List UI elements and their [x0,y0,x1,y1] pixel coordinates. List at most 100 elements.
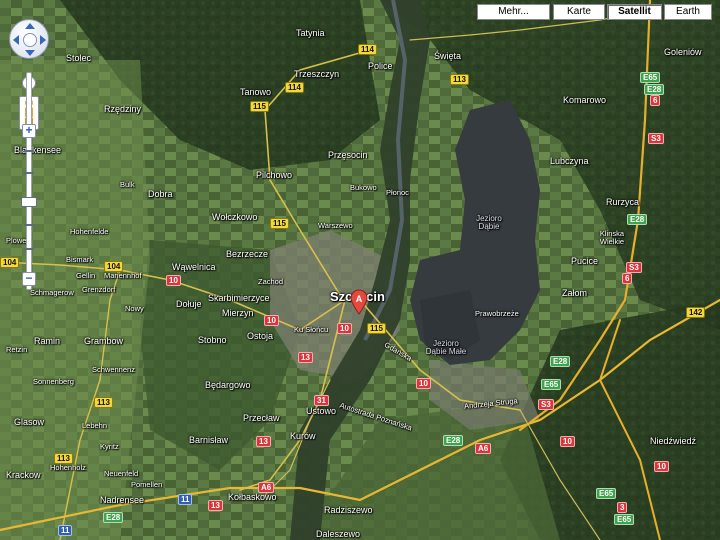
place-label: Nowy [125,304,144,313]
place-label: Bukowo [350,183,377,192]
road-shield: 6 [622,273,633,284]
road-shield: E28 [103,512,124,523]
place-label: Hohenholz [50,463,86,472]
place-label: Mariennhof [104,271,142,280]
road-shield: E65 [640,72,661,83]
road-shield: 11 [178,494,193,505]
zoom-tick [24,248,34,250]
place-label: Barnisław [189,435,229,445]
place-label: Retzin [6,345,28,354]
location-marker-icon[interactable]: A [349,289,369,315]
road-shield: E65 [596,488,617,499]
place-label: Tanowo [240,87,272,97]
place-label: Daleszewo [316,529,361,539]
place-label: Będargowo [205,380,251,390]
pan-control[interactable] [9,19,49,59]
zoom-tick [24,150,34,152]
road-shield: 114 [285,82,304,93]
place-label: Sonnenberg [33,377,74,386]
road-shield: E28 [550,356,571,367]
place-label: Goleniów [664,47,702,57]
place-label: Kyritz [100,442,119,451]
zoom-tick [24,224,34,226]
marker-letter: A [356,294,363,304]
place-label: Płonoc [386,188,409,197]
road-shield: A6 [475,443,492,454]
place-label: Dołuje [176,299,202,309]
road-shield: 13 [256,436,271,447]
place-label: Bulk [120,180,135,189]
satellite-map[interactable]: Tatynia Stolec Rzędziny Police Trzeszczy… [0,0,720,540]
zoom-tick [24,172,34,174]
place-label: Police [368,61,393,71]
pan-up-icon[interactable] [25,23,35,29]
place-label: Załom [562,288,588,298]
road-shield: E65 [614,514,635,525]
place-label: Niedźwiedź [650,436,697,446]
road-shield: A6 [258,482,275,493]
place-label: Stolec [66,53,92,63]
place-label: Ostoja [247,331,274,341]
place-label: Pilchowo [256,170,293,180]
place-label: Przęsocin [328,150,368,160]
road-shield: 10 [337,323,352,334]
road-shield: 115 [250,101,269,112]
road-shield: S3 [626,262,642,273]
zoom-slider-thumb[interactable] [21,197,37,207]
place-label: Prawobrzeże [475,309,519,318]
road-shield: 13 [208,500,223,511]
more-button[interactable]: Mehr... [477,4,550,20]
road-shield: 104 [0,257,20,268]
place-label: Grenzdorf [82,285,116,294]
place-label: Trzeszczyn [294,69,340,79]
road-shield: 113 [450,74,469,85]
zoom-in-button[interactable]: + [22,124,36,138]
place-label: Pomellen [131,480,163,489]
map-type-karte-button[interactable]: Karte [553,4,605,20]
hand-icon[interactable] [23,33,37,47]
road-shield: 11 [58,525,73,536]
map-type-satellite-button[interactable]: Satellit [607,4,662,20]
road-shield: 104 [104,261,124,272]
road-shield: 10 [654,461,669,472]
place-label: Mierzyn [222,308,254,318]
place-label: Kurów [290,431,316,441]
road-shield: S3 [538,399,554,410]
road-shield: 114 [358,44,377,55]
place-label: Radziszewo [324,505,373,515]
road-shield: 6 [650,95,661,106]
pan-right-icon[interactable] [40,35,46,45]
place-label: Stobno [198,335,227,345]
road-shield: 10 [264,315,279,326]
place-label: Rurzyca [606,197,640,207]
place-label: Nadrensee [100,495,145,505]
zoom-out-button[interactable]: − [22,272,36,286]
road-shield: E28 [644,84,665,95]
road-shield: 115 [270,218,289,229]
lake-label: Jezioro Dąbie [476,214,502,231]
place-label: Neuenfeld [104,469,139,478]
place-label: Gellin [76,271,96,280]
place-label: Komarowo [563,95,607,105]
place-label: Wąwelnica [172,262,216,272]
road-shield: E65 [541,379,562,390]
road-shield: 115 [367,323,386,334]
lake-label: Jezioro Dąbie Małe [425,339,467,356]
pan-down-icon[interactable] [25,50,35,56]
road-shield: E28 [443,435,464,446]
street-label: Ku Słońcu [294,325,329,334]
zoom-slider-track[interactable] [26,72,32,290]
place-label: Wołczkowo [212,212,258,222]
road-shield: S3 [648,133,664,144]
place-label: Pucice [571,256,599,266]
place-label: Lubczyna [550,156,589,166]
pan-left-icon[interactable] [13,35,19,45]
map-type-earth-button[interactable]: Earth [664,4,712,20]
place-label: Tatynia [296,28,325,38]
place-label: Dobra [148,189,173,199]
place-label: Grambow [84,336,124,346]
place-label: Skarbimierzyce [208,293,270,303]
road-shield: 10 [166,275,181,286]
place-label: Rzędziny [104,104,142,114]
road-shield: 10 [560,436,575,447]
